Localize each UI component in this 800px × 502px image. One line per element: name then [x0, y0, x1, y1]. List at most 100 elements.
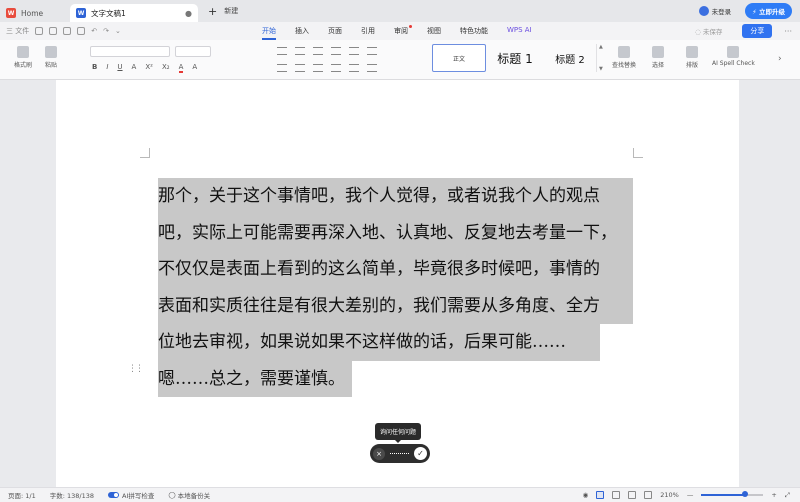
menu-wps-ai[interactable]: WPS AI — [507, 26, 532, 36]
chevron-up-icon[interactable]: ▲ — [599, 44, 604, 50]
ribbon-scroll-right-icon[interactable]: › — [778, 54, 782, 64]
select-label: 选择 — [652, 62, 665, 69]
text-line: 不仅仅是表面上看到的这么简单，毕竟很多时候吧，事情的 — [158, 251, 633, 288]
login-button[interactable]: 未登录 — [698, 6, 731, 16]
main-menu: 开始 插入 页面 引用 审阅 视图 特色功能 WPS AI — [262, 25, 551, 40]
select-icon — [652, 46, 664, 58]
increase-indent-icon[interactable] — [331, 47, 341, 55]
cloud-icon: ◌ — [695, 28, 701, 36]
undo-icon[interactable]: ↶ — [91, 27, 97, 35]
close-icon[interactable]: × — [373, 447, 385, 460]
numbered-list-icon[interactable] — [295, 47, 305, 55]
ai-spell-check-toggle[interactable]: AI拼写检查 — [107, 490, 154, 500]
ai-voice-bar: × ✓ — [370, 444, 430, 463]
upgrade-label: 立即升级 — [759, 8, 785, 16]
menu-insert[interactable]: 插入 — [295, 26, 309, 36]
chevron-down-icon[interactable]: ▼ — [599, 66, 604, 72]
paste-button[interactable]: 粘贴 — [45, 46, 57, 69]
select-button[interactable]: 选择 — [652, 46, 664, 69]
share-button[interactable]: 分享 — [742, 24, 773, 38]
print-icon[interactable] — [63, 27, 72, 35]
document-text[interactable]: 那个，关于这个事情吧，我个人觉得，或者说我个人的观点 吧，实际上可能需要再深入地… — [158, 178, 633, 397]
find-replace-button[interactable]: 查找替换 — [612, 46, 636, 69]
layout-label: 排版 — [686, 62, 699, 69]
wps-logo-icon: W — [6, 8, 16, 18]
menu-page[interactable]: 页面 — [328, 26, 342, 36]
line-spacing-icon[interactable] — [349, 64, 359, 72]
crop-mark-top-right — [633, 148, 643, 158]
sort-icon[interactable] — [349, 47, 359, 55]
page-indicator[interactable]: 页面: 1/1 — [8, 490, 36, 500]
crop-mark-top-left — [140, 148, 150, 158]
close-tab-icon[interactable]: ● — [185, 9, 192, 18]
font-family-select[interactable] — [90, 46, 170, 57]
bold-button[interactable]: B — [92, 63, 97, 73]
zoom-slider-knob[interactable] — [742, 491, 749, 497]
more-options-icon[interactable]: ··· — [784, 27, 792, 36]
local-backup-status[interactable]: ◯ 本地备份关 — [168, 490, 210, 500]
upgrade-button[interactable]: ⚡ 立即升级 — [745, 3, 792, 19]
fit-window-icon[interactable]: ⤢ — [785, 491, 790, 500]
font-size-select[interactable] — [175, 46, 211, 57]
format-painter-button[interactable]: 格式刷 — [14, 46, 32, 69]
layout-button[interactable]: 排版 — [686, 46, 698, 69]
zoom-out-button[interactable]: — — [687, 491, 694, 499]
style-heading-1[interactable]: 标题 1 — [486, 44, 544, 72]
menu-review[interactable]: 审阅 — [394, 25, 412, 36]
zoom-level[interactable]: 210% — [660, 491, 679, 499]
menu-home[interactable]: 开始 — [262, 26, 276, 40]
align-left-icon[interactable] — [277, 64, 287, 72]
style-scroll[interactable]: ▲ ▼ — [596, 44, 604, 72]
menu-references[interactable]: 引用 — [361, 26, 375, 36]
underline-button[interactable]: U — [117, 63, 122, 73]
style-normal[interactable]: 正文 — [432, 44, 486, 72]
highlight-button[interactable]: A — [192, 63, 197, 73]
tab-home[interactable]: W Home — [0, 4, 70, 22]
ai-spell-check-button[interactable]: AI Spell Check — [712, 46, 755, 67]
paragraph-group-top — [277, 47, 377, 55]
format-painter-label: 格式刷 — [14, 62, 33, 69]
write-mode-icon[interactable] — [644, 491, 653, 499]
font-color-button[interactable]: A — [178, 63, 184, 73]
drag-handle-icon[interactable]: ⋮⋮ — [128, 364, 144, 374]
decrease-indent-icon[interactable] — [313, 47, 323, 55]
confirm-icon[interactable]: ✓ — [414, 447, 427, 460]
eye-icon[interactable]: ◉ — [583, 491, 589, 499]
italic-button[interactable]: I — [106, 63, 108, 73]
tab-document[interactable]: W 文字文稿1 ● — [70, 4, 198, 22]
new-tab-button[interactable]: + 新建 — [208, 5, 238, 18]
redo-icon[interactable]: ↷ — [103, 27, 109, 35]
zoom-in-button[interactable]: + — [771, 491, 776, 499]
menu-view[interactable]: 视图 — [427, 26, 441, 36]
shading-icon[interactable] — [367, 64, 377, 72]
menu-features[interactable]: 特色功能 — [460, 26, 488, 36]
word-count[interactable]: 字数: 138/138 — [50, 490, 94, 500]
quick-access-toolbar: 三 文件 ↶ ↷ ⌄ — [6, 26, 121, 36]
align-center-icon[interactable] — [295, 64, 305, 72]
chevron-down-icon[interactable]: ⌄ — [115, 27, 121, 35]
file-menu-button[interactable]: 三 文件 — [6, 26, 29, 36]
preview-icon[interactable] — [77, 27, 86, 35]
web-view-icon[interactable] — [628, 491, 637, 499]
export-icon[interactable] — [49, 27, 58, 35]
ai-spell-label: AI Spell Check — [712, 60, 755, 67]
show-marks-icon[interactable] — [367, 47, 377, 55]
style-heading-2[interactable]: 标题 2 — [544, 44, 596, 72]
plus-icon: + — [208, 4, 218, 18]
menu-bar: 三 文件 ↶ ↷ ⌄ 开始 插入 页面 引用 审阅 视图 特色功能 WPS AI… — [0, 22, 800, 40]
page-view-icon[interactable] — [596, 491, 605, 499]
justify-icon[interactable] — [331, 64, 341, 72]
bullet-list-icon[interactable] — [277, 47, 287, 55]
ribbon-toolbar: 格式刷 粘贴 B I U A X² X₂ A A 正文 标题 1 标题 2 ▲ — [0, 40, 800, 80]
save-icon[interactable] — [35, 27, 44, 35]
strikethrough-button[interactable]: A — [132, 63, 137, 73]
outline-view-icon[interactable] — [612, 491, 621, 499]
zoom-slider-fill — [701, 494, 745, 496]
zoom-slider[interactable] — [701, 491, 764, 497]
subscript-button[interactable]: X₂ — [162, 63, 170, 73]
status-bar: 页面: 1/1 字数: 138/138 AI拼写检查 ◯ 本地备份关 ◉ 210… — [0, 487, 800, 502]
backup-icon: ◯ — [168, 491, 176, 499]
align-right-icon[interactable] — [313, 64, 323, 72]
document-icon: W — [76, 8, 86, 18]
superscript-button[interactable]: X² — [145, 63, 153, 73]
